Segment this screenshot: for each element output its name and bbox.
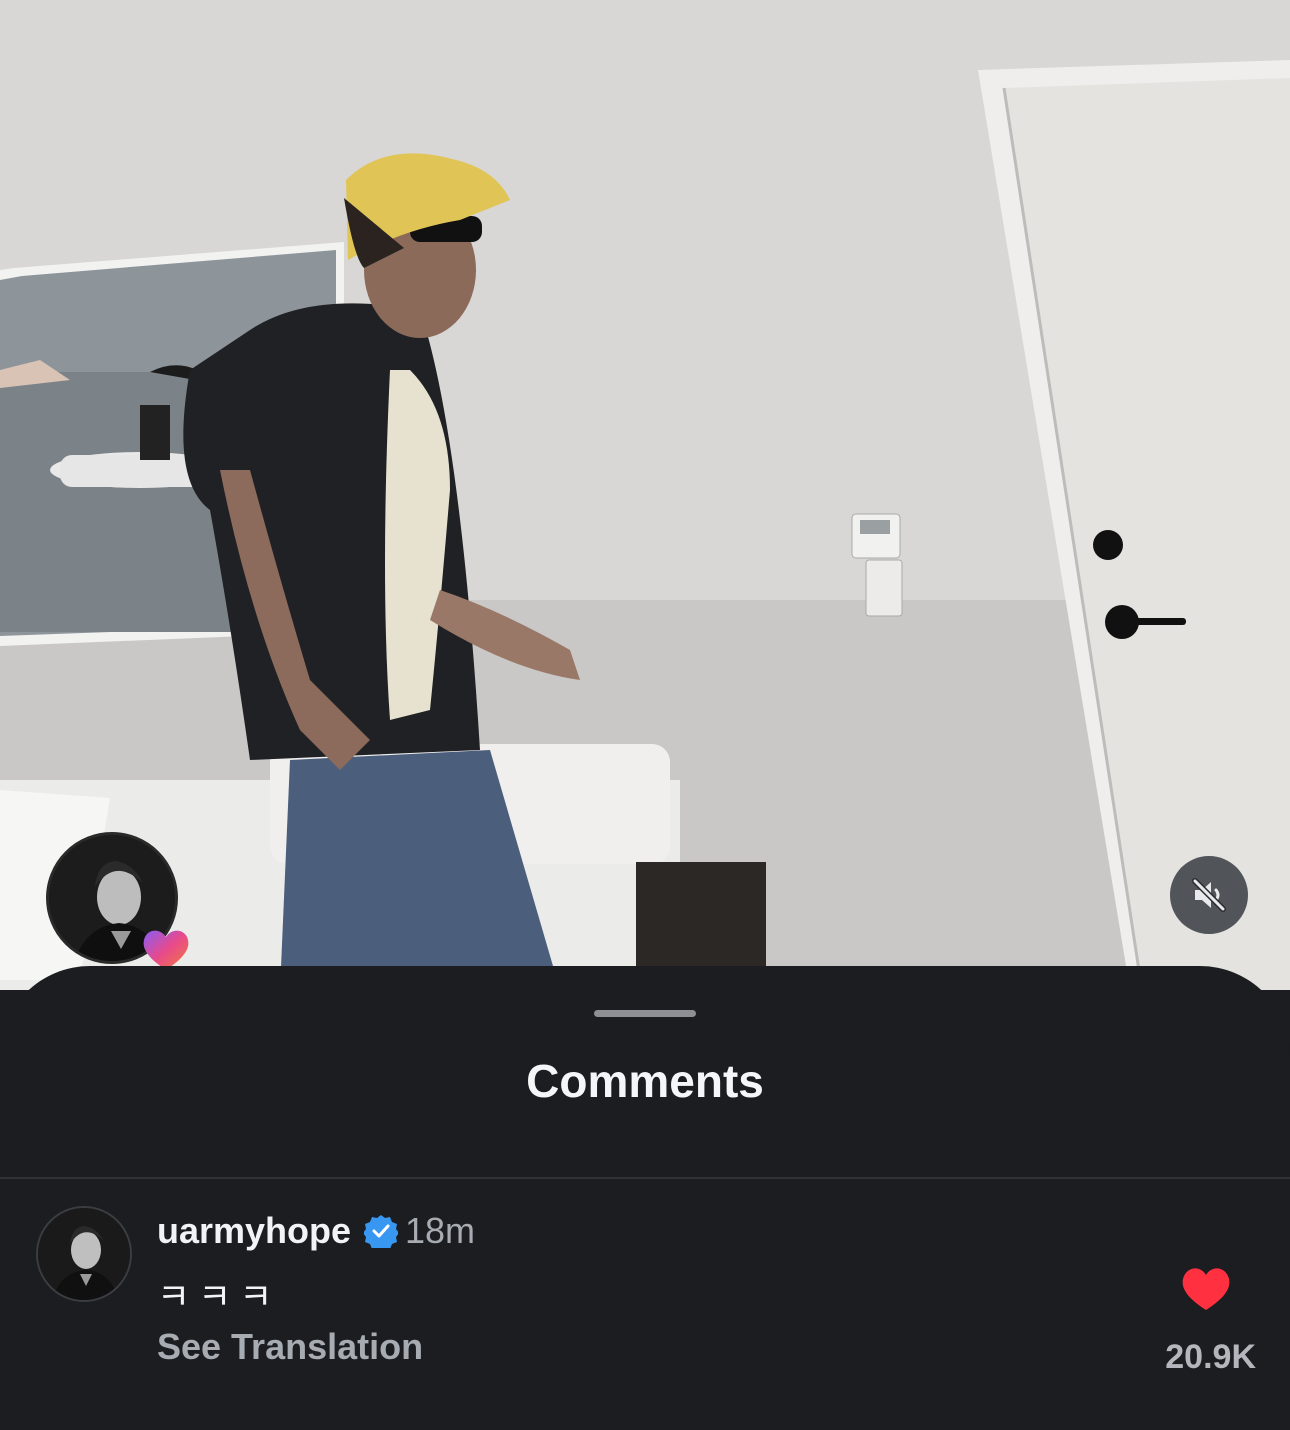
video-frame	[0, 0, 1290, 990]
mute-button[interactable]	[1170, 856, 1248, 934]
sheet-title: Comments	[526, 1055, 764, 1107]
comment-text: ㅋㅋㅋ	[157, 1276, 281, 1317]
video-player[interactable]	[0, 0, 1290, 990]
speaker-muted-icon	[1192, 878, 1226, 912]
comment-username[interactable]: uarmyhope	[157, 1210, 351, 1252]
comments-sheet: Comments uarmyhope 18m ㅋㅋㅋ See Translati…	[0, 966, 1290, 1430]
avatar	[38, 1208, 130, 1300]
comment-avatar[interactable]	[36, 1206, 132, 1302]
divider	[0, 1177, 1290, 1179]
sheet-grabber[interactable]	[594, 1010, 696, 1017]
verified-badge-icon	[364, 1215, 398, 1248]
comment-timestamp: 18m	[405, 1210, 476, 1251]
like-count: 20.9K	[1165, 1338, 1256, 1376]
see-translation-link[interactable]: See Translation	[157, 1326, 423, 1368]
heart-icon[interactable]	[1180, 1264, 1232, 1312]
